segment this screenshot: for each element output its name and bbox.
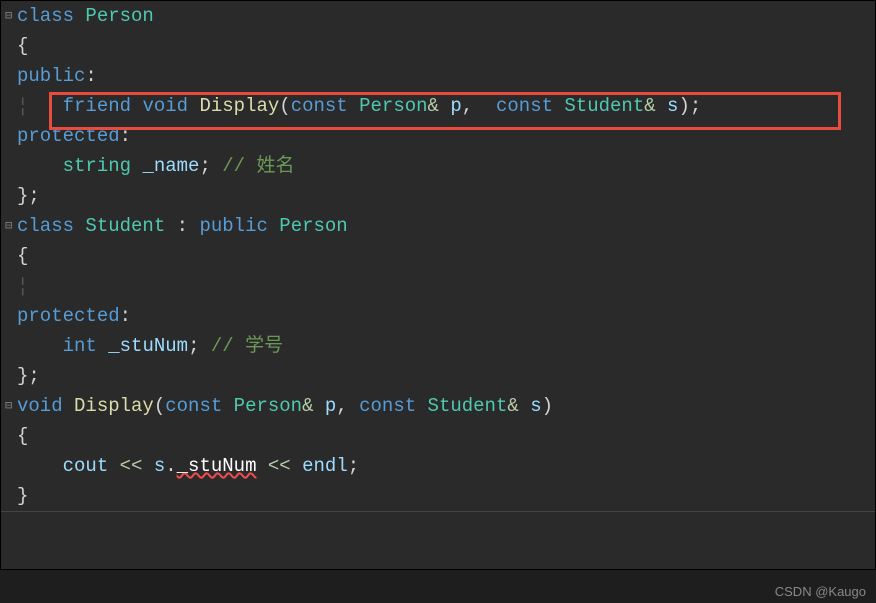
code-line[interactable]: } <box>1 481 875 511</box>
code-line[interactable]: protected: <box>1 301 875 331</box>
comment: // 姓名 <box>222 155 294 177</box>
code-line[interactable]: }; <box>1 181 875 211</box>
keyword-class: class <box>17 5 74 27</box>
type-string: string <box>63 155 131 177</box>
watermark-text: CSDN @Kaugo <box>775 584 866 599</box>
code-line[interactable]: string _name; // 姓名 <box>1 151 875 181</box>
code-line[interactable]: ⊟class Student : public Person <box>1 211 875 241</box>
code-line[interactable]: }; <box>1 361 875 391</box>
code-line[interactable]: cout << s._stuNum << endl; <box>1 451 875 481</box>
keyword-void: void <box>142 95 188 117</box>
keyword-friend: friend <box>63 95 131 117</box>
class-name: Student <box>85 215 165 237</box>
keyword-protected: protected <box>17 125 120 147</box>
code-line[interactable]: ¦ <box>1 271 875 301</box>
brace-close: }; <box>17 185 40 207</box>
code-line[interactable]: ⊟void Display(const Person& p, const Stu… <box>1 391 875 421</box>
code-line[interactable]: { <box>1 421 875 451</box>
function-name: Display <box>74 395 154 417</box>
fold-icon[interactable]: ⊟ <box>5 211 17 241</box>
class-name: Person <box>85 5 153 27</box>
fold-icon[interactable]: ⊟ <box>5 1 17 31</box>
code-editor[interactable]: ⊟class Person { public: ¦ friend void Di… <box>0 0 876 570</box>
comment: // 学号 <box>211 335 283 357</box>
code-line[interactable]: public: <box>1 61 875 91</box>
fold-icon[interactable]: ⊟ <box>5 391 17 421</box>
brace-close: } <box>17 485 28 507</box>
type-int: int <box>63 335 97 357</box>
blank-editor-area[interactable] <box>1 512 875 540</box>
code-line[interactable]: ¦ friend void Display(const Person& p, c… <box>1 91 875 121</box>
code-line[interactable]: protected: <box>1 121 875 151</box>
code-line[interactable]: ⊟class Person <box>1 1 875 31</box>
code-line[interactable]: { <box>1 241 875 271</box>
error-member: _stuNum <box>177 455 257 477</box>
brace-open: { <box>17 35 28 57</box>
code-line[interactable]: int _stuNum; // 学号 <box>1 331 875 361</box>
function-name: Display <box>199 95 279 117</box>
keyword-public: public <box>17 65 85 87</box>
identifier-cout: cout <box>63 455 109 477</box>
member-name: _name <box>142 155 199 177</box>
code-line[interactable]: { <box>1 31 875 61</box>
